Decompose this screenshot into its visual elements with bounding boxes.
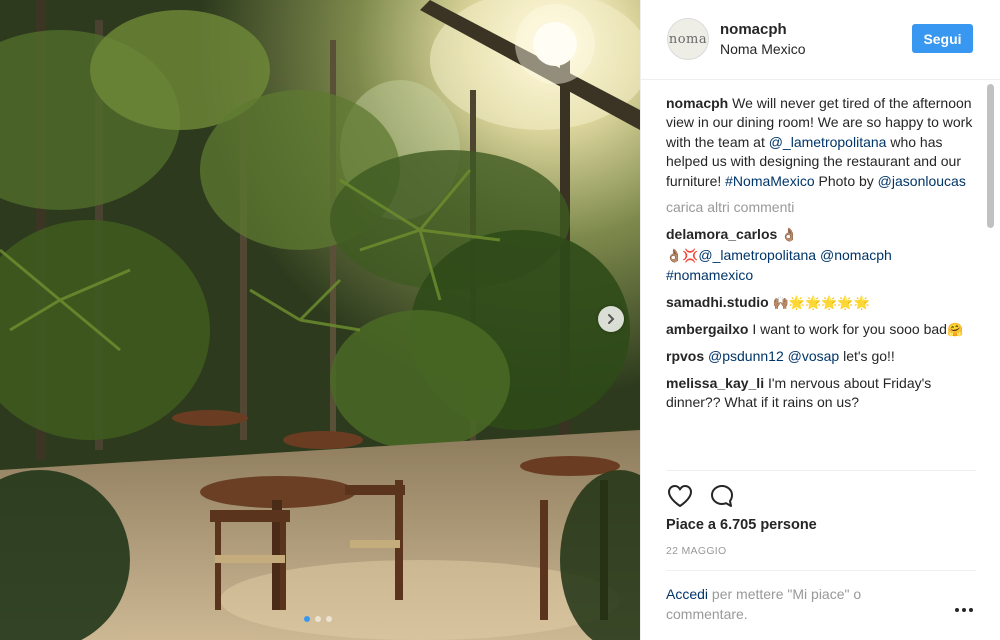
carousel-dot — [315, 616, 321, 622]
comment-username[interactable]: melissa_kay_li — [666, 375, 764, 391]
comment-item: samadhi.studio 🙌🏽🌟🌟🌟🌟🌟 — [666, 293, 978, 313]
comment-item: melissa_kay_li I'm nervous about Friday'… — [666, 374, 978, 413]
comment-username[interactable]: delamora_carlos — [666, 226, 777, 242]
comment-item: ambergailxo I want to work for you sooo … — [666, 320, 978, 340]
comment-username[interactable]: samadhi.studio — [666, 294, 769, 310]
caption-mention[interactable]: @jasonloucas — [878, 173, 966, 189]
carousel-indicator — [304, 616, 332, 622]
comment-item: delamora_carlos 👌🏽 👌🏽💢@_lametropolitana @… — [666, 225, 978, 285]
more-options-icon — [962, 608, 966, 612]
divider — [666, 470, 976, 471]
comment-username[interactable]: ambergailxo — [666, 321, 748, 337]
comment-bubble-icon — [711, 485, 733, 507]
heart-icon — [668, 485, 692, 507]
chevron-right-icon — [608, 314, 615, 324]
comment-mention[interactable]: @vosap — [788, 348, 840, 364]
comment-text: I want to work for you sooo bad — [748, 321, 947, 338]
header-location[interactable]: Noma Mexico — [720, 41, 806, 57]
post-photo-image — [0, 0, 640, 640]
comment-hashtag[interactable]: #nomamexico — [666, 267, 753, 283]
follow-button[interactable]: Segui — [912, 24, 973, 53]
carousel-next-button[interactable] — [598, 306, 624, 332]
comment-item: rpvos @psdunn12 @vosap let's go!! — [666, 347, 978, 366]
comment-mention[interactable]: @nomacph — [820, 247, 892, 263]
more-options-button[interactable] — [952, 600, 976, 620]
avatar[interactable]: noma — [667, 18, 709, 60]
comment-button[interactable] — [708, 482, 736, 510]
login-prompt: Accedi per mettere "Mi piace" o commenta… — [666, 584, 926, 624]
divider — [666, 570, 976, 571]
load-more-comments-link[interactable]: carica altri commenti — [666, 198, 978, 217]
caption-hashtag[interactable]: #NomaMexico — [725, 173, 814, 189]
more-options-icon — [955, 608, 959, 612]
post-header: noma nomacph Noma Mexico Segui — [641, 0, 1000, 80]
comments-list: nomacph We will never get tired of the a… — [666, 94, 978, 468]
post-photo[interactable] — [0, 0, 640, 640]
likes-count[interactable]: Piace a 6.705 persone — [666, 517, 817, 533]
carousel-dot — [326, 616, 332, 622]
comment-emoji: 👌🏽💢 — [666, 248, 699, 264]
comment-username[interactable]: rpvos — [666, 348, 704, 364]
comment-text: let's go!! — [839, 348, 895, 365]
caption-username[interactable]: nomacph — [666, 95, 728, 111]
caption-text: Photo by — [814, 172, 878, 189]
login-link[interactable]: Accedi — [666, 586, 708, 602]
like-button[interactable] — [666, 482, 694, 510]
comment-emoji: 🤗 — [946, 323, 964, 339]
post-date: 22 MAGGIO — [666, 545, 727, 557]
header-username[interactable]: nomacph — [720, 21, 787, 38]
comment-emoji: 👌🏽 — [781, 228, 798, 244]
comment-mention[interactable]: @psdunn12 — [708, 348, 784, 364]
comments-scrollbar[interactable] — [987, 84, 994, 228]
caption-mention[interactable]: @_lametropolitana — [769, 134, 887, 150]
post-actions — [666, 482, 736, 510]
comment-emoji: 🙌🏽🌟🌟🌟🌟🌟 — [772, 295, 870, 311]
comment-mention[interactable]: @_lametropolitana — [698, 247, 816, 263]
carousel-dot — [304, 616, 310, 622]
caption: nomacph We will never get tired of the a… — [666, 94, 978, 191]
post-sidebar: noma nomacph Noma Mexico Segui nomacph W… — [640, 0, 1000, 640]
more-options-icon — [969, 608, 973, 612]
